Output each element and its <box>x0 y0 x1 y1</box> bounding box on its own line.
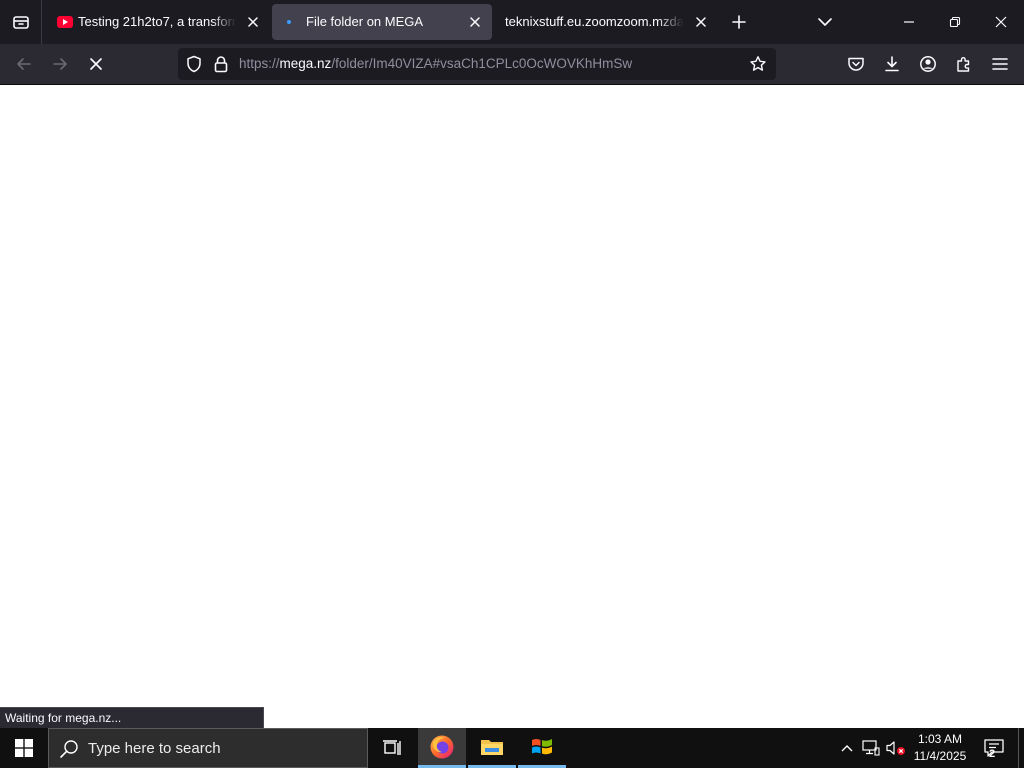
tracking-protection-button[interactable] <box>182 52 206 76</box>
bookmark-button[interactable] <box>746 52 770 76</box>
windows-taskbar: Type here to search 1:03 AM 11/4/2025 2 <box>0 728 1024 768</box>
show-desktop-button[interactable] <box>1018 728 1024 768</box>
taskbar-firefox[interactable] <box>418 728 466 768</box>
list-all-tabs-button[interactable] <box>0 0 42 44</box>
tab-mega-active[interactable]: File folder on MEGA <box>272 4 492 40</box>
tab-title: File folder on MEGA <box>306 14 424 29</box>
account-button[interactable] <box>912 48 944 80</box>
hamburger-menu-icon <box>992 58 1008 70</box>
star-icon <box>750 56 766 71</box>
plus-icon <box>732 15 746 29</box>
file-explorer-icon <box>481 739 503 755</box>
show-hidden-icons-button[interactable] <box>836 728 858 768</box>
url-text[interactable]: https://mega.nz/folder/Im40VIZA#vsaCh1CP… <box>239 56 632 72</box>
tab-teknixstuff[interactable]: teknixstuff.eu.zoomzoom.mzda.cc/r <box>494 4 718 40</box>
start-button[interactable] <box>0 728 48 768</box>
search-placeholder: Type here to search <box>88 740 221 757</box>
youtube-icon <box>57 14 73 30</box>
tab-title: teknixstuff.eu.zoomzoom.mzda.cc/r <box>505 14 684 29</box>
tab-close-icon[interactable] <box>692 13 710 31</box>
site-info-button[interactable] <box>209 52 233 76</box>
minimize-icon <box>904 21 914 23</box>
new-tab-button[interactable] <box>724 7 754 37</box>
close-icon <box>995 16 1007 28</box>
task-view-button[interactable] <box>368 728 416 768</box>
firefox-icon <box>430 735 454 758</box>
close-window-button[interactable] <box>978 0 1024 44</box>
downloads-button[interactable] <box>876 48 908 80</box>
tab-close-icon[interactable] <box>244 13 262 31</box>
chevron-up-icon <box>841 745 853 752</box>
volume-muted-icon <box>886 741 905 755</box>
stop-loading-button[interactable] <box>80 48 112 80</box>
tab-youtube[interactable]: Testing 21h2to7, a transformation <box>44 4 270 40</box>
taskbar-windows-app[interactable] <box>518 728 566 768</box>
url-bar[interactable]: https://mega.nz/folder/Im40VIZA#vsaCh1CP… <box>178 48 776 80</box>
url-path: /folder/Im40VIZA#vsaCh1CPLc0OcWOVKhHmSw <box>331 56 633 71</box>
minimize-button[interactable] <box>886 0 932 44</box>
task-view-icon <box>383 740 401 755</box>
network-tray-icon[interactable] <box>860 728 882 768</box>
pocket-button[interactable] <box>840 48 872 80</box>
chevron-down-icon <box>818 18 832 26</box>
tab-overflow-button[interactable] <box>810 7 840 37</box>
loading-dot-icon <box>285 14 301 30</box>
windows-flag-icon <box>532 738 552 754</box>
tab-close-icon[interactable] <box>466 13 484 31</box>
page-content-blank <box>0 85 1024 728</box>
tab-strip: Testing 21h2to7, a transformation File f… <box>0 0 1024 44</box>
download-icon <box>885 56 899 72</box>
lock-icon <box>214 56 228 73</box>
windows-logo-icon <box>15 739 33 757</box>
stop-icon <box>90 58 102 70</box>
account-icon <box>920 56 936 72</box>
puzzle-piece-icon <box>957 57 970 72</box>
back-button[interactable] <box>8 48 40 80</box>
arrow-left-icon <box>17 58 31 70</box>
pocket-icon <box>848 57 864 71</box>
app-menu-button[interactable] <box>984 48 1016 80</box>
tab-list-icon <box>12 16 29 29</box>
url-scheme: https:// <box>239 56 280 71</box>
status-panel: Waiting for mega.nz... <box>0 707 264 728</box>
taskbar-search-box[interactable]: Type here to search <box>48 728 368 768</box>
taskbar-file-explorer[interactable] <box>468 728 516 768</box>
restore-button[interactable] <box>932 0 978 44</box>
clock-date: 11/4/2025 <box>913 749 967 763</box>
network-icon <box>862 740 880 756</box>
tab-title: Testing 21h2to7, a transformation <box>78 14 236 29</box>
volume-tray-icon[interactable] <box>884 728 908 768</box>
system-clock[interactable]: 1:03 AM 11/4/2025 <box>910 728 970 768</box>
clock-time: 1:03 AM <box>917 732 963 746</box>
search-icon <box>60 740 78 758</box>
restore-icon <box>949 16 961 28</box>
forward-button[interactable] <box>44 48 76 80</box>
extensions-button[interactable] <box>948 48 980 80</box>
shield-icon <box>187 55 201 73</box>
navigation-toolbar: https://mega.nz/folder/Im40VIZA#vsaCh1CP… <box>0 44 1024 85</box>
arrow-right-icon <box>53 58 67 70</box>
notification-count-badge: 2 <box>989 748 996 760</box>
url-host: mega.nz <box>279 56 332 71</box>
